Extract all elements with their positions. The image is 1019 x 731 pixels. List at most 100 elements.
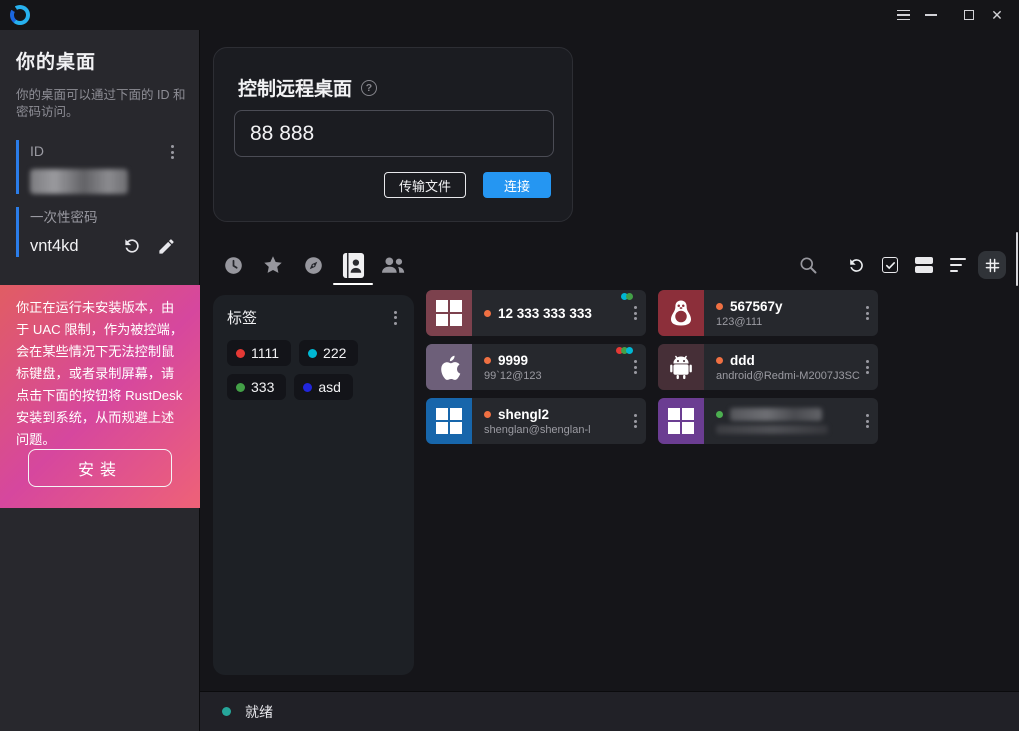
peer-menu-button[interactable] [863, 411, 872, 431]
peer-card[interactable] [658, 398, 878, 444]
tab-groups[interactable] [373, 248, 413, 282]
windows-icon [436, 300, 462, 326]
windows-icon [436, 408, 462, 434]
peer-name: 9999 [498, 353, 528, 368]
peer-name: 567567y [730, 299, 783, 314]
rustdesk-logo-icon [10, 5, 30, 25]
peer-tag-dots [618, 347, 633, 354]
password-label: 一次性密码 [30, 207, 183, 229]
peer-os-badge [658, 398, 704, 444]
sidebar-title: 你的桌面 [16, 47, 183, 74]
tag-color-dot [308, 349, 317, 358]
android-icon [667, 354, 695, 380]
tags-menu-button[interactable] [391, 308, 400, 328]
tab-recent-sessions[interactable] [213, 248, 253, 282]
select-peers-button[interactable] [876, 251, 904, 279]
connect-card: 控制远程桌面 ? 传输文件 连接 [213, 47, 573, 222]
minimize-button[interactable] [917, 0, 945, 30]
peer-toolbar [794, 251, 1006, 279]
peer-card[interactable]: 567567y 123@111 [658, 290, 878, 336]
transfer-file-button[interactable]: 传输文件 [384, 172, 466, 198]
id-value-blurred [30, 169, 128, 194]
refresh-password-button[interactable] [121, 235, 143, 257]
peer-menu-button[interactable] [631, 303, 640, 323]
id-menu-button[interactable] [168, 142, 177, 162]
install-button[interactable]: 安装 [28, 449, 172, 487]
peer-username: android@Redmi-M2007J3SC [716, 370, 878, 382]
peer-menu-button[interactable] [631, 411, 640, 431]
active-tab-underline [333, 283, 373, 286]
peer-name: ddd [730, 353, 755, 368]
tags-panel: 标签 1111 222 333 asd [213, 295, 414, 675]
peer-card[interactable]: 12 333 333 333 [426, 290, 646, 336]
window-menu-button[interactable] [889, 0, 917, 30]
password-section: 一次性密码 vnt4kd [16, 207, 183, 257]
tags-title: 标签 [227, 307, 257, 328]
edit-password-button[interactable] [155, 235, 177, 257]
sort-button[interactable] [944, 251, 972, 279]
sort-icon [950, 258, 966, 272]
sidebar: 你的桌面 你的桌面可以通过下面的 ID 和密码访问。 ID 一次性密码 vnt4… [0, 30, 200, 731]
peer-username: 99`12@123 [484, 370, 646, 382]
tag-1111[interactable]: 1111 [227, 340, 291, 366]
tag-asd[interactable]: asd [294, 374, 353, 400]
peer-card[interactable]: shengl2 shenglan@shenglan-l [426, 398, 646, 444]
help-icon[interactable]: ? [361, 80, 377, 96]
tag-label: 222 [323, 345, 346, 361]
peer-menu-button[interactable] [631, 357, 640, 377]
peer-name: shengl2 [498, 407, 549, 422]
maximize-icon [964, 10, 974, 20]
title-bar: ✕ [0, 0, 1019, 30]
peer-username-blurred [716, 425, 828, 434]
peer-menu-button[interactable] [863, 357, 872, 377]
checkbox-icon [882, 257, 898, 273]
tag-333[interactable]: 333 [227, 374, 286, 400]
refresh-icon [847, 256, 866, 275]
tag-label: 333 [251, 379, 274, 395]
peer-card[interactable]: 9999 99`12@123 [426, 344, 646, 390]
peer-os-badge [658, 290, 704, 336]
connection-status-dot [222, 707, 231, 716]
grid-view-button[interactable] [978, 251, 1006, 279]
peer-os-badge [426, 398, 472, 444]
refresh-peers-button[interactable] [842, 251, 870, 279]
tab-discovered[interactable] [293, 248, 333, 282]
maximize-button[interactable] [955, 0, 983, 30]
cards-view-button[interactable] [910, 251, 938, 279]
minimize-icon [925, 14, 937, 16]
windows-icon [668, 408, 694, 434]
peer-tag-dots [623, 293, 633, 300]
scrollbar-thumb[interactable] [1016, 232, 1019, 286]
address-book-icon [342, 252, 365, 279]
install-warning-text: 你正在运行未安装版本，由于 UAC 限制，作为被控端，会在某些情况下无法控制鼠标… [0, 285, 200, 451]
pencil-icon [157, 237, 176, 256]
peer-menu-button[interactable] [863, 303, 872, 323]
peer-card[interactable]: ddd android@Redmi-M2007J3SC [658, 344, 878, 390]
close-button[interactable]: ✕ [983, 0, 1011, 30]
star-icon [262, 254, 284, 276]
tag-color-dot [236, 349, 245, 358]
linux-tux-icon [666, 298, 696, 328]
tag-label: 1111 [251, 345, 279, 361]
peer-os-badge [658, 344, 704, 390]
cards-view-icon [915, 257, 933, 273]
status-bar: 就绪 [200, 691, 1019, 731]
apple-icon [436, 354, 463, 381]
tab-favorites[interactable] [253, 248, 293, 282]
tag-color-dot [236, 383, 245, 392]
tag-color-dot [303, 383, 312, 392]
install-warning-panel: 你正在运行未安装版本，由于 UAC 限制，作为被控端，会在某些情况下无法控制鼠标… [0, 285, 200, 508]
peer-username: shenglan@shenglan-l [484, 424, 646, 436]
connect-button[interactable]: 连接 [483, 172, 551, 198]
status-dot [484, 310, 491, 317]
compass-icon [303, 255, 324, 276]
tab-address-book[interactable] [333, 248, 373, 282]
peer-os-badge [426, 344, 472, 390]
sidebar-description: 你的桌面可以通过下面的 ID 和密码访问。 [16, 87, 186, 121]
connection-status-text: 就绪 [245, 702, 273, 722]
grid-view-icon [984, 257, 1001, 274]
connect-title: 控制远程桌面 [238, 74, 352, 101]
tag-222[interactable]: 222 [299, 340, 358, 366]
remote-id-input[interactable] [234, 110, 554, 157]
search-button[interactable] [794, 251, 822, 279]
